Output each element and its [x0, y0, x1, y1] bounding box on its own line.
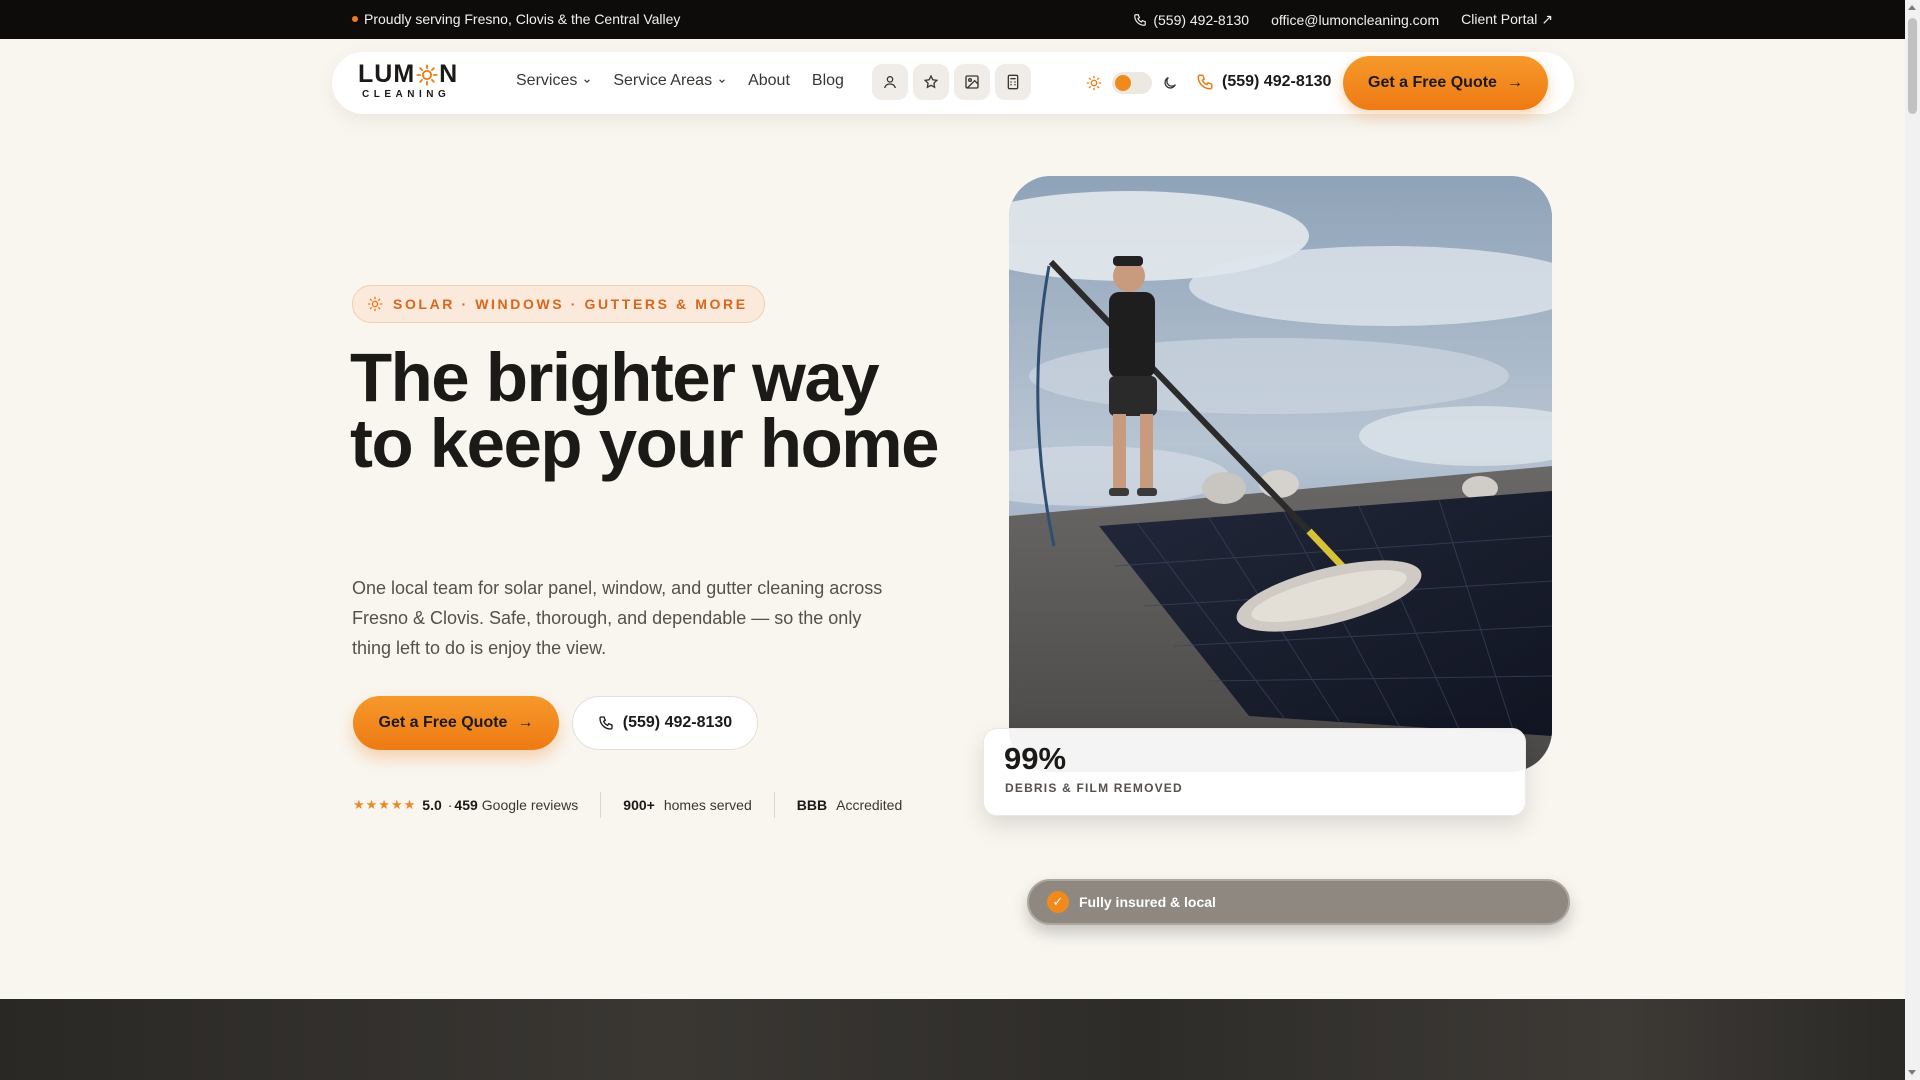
topbar-phone-text: (559) 492-8130 — [1153, 11, 1250, 28]
check-icon: ✓ — [1047, 891, 1069, 913]
headline-line-2: to keep your home — [350, 405, 939, 482]
main-nav: LUM N CLEANING Services Service Areas Ab… — [332, 52, 1574, 114]
account-button[interactable] — [872, 64, 908, 100]
favorites-button[interactable] — [913, 64, 949, 100]
hero-photo-solar-cleaning — [1009, 176, 1552, 772]
top-bar: Proudly serving Fresno, Clovis & the Cen… — [0, 0, 1905, 39]
star-icon — [923, 74, 939, 89]
stat-value: 99% — [1004, 741, 1067, 776]
reviews-separator: · — [447, 797, 453, 813]
badge-text: SOLAR · WINDOWS · GUTTERS & MORE — [393, 296, 748, 312]
logo-text-left: LUM — [358, 60, 416, 88]
logo-subtitle: CLEANING — [362, 89, 451, 100]
image-icon — [965, 75, 979, 89]
user-icon — [884, 76, 896, 89]
hero-headline: The brighter way to keep your home — [350, 339, 970, 482]
topbar-phone-link[interactable]: (559) 492-8130 — [1133, 12, 1249, 28]
insured-label: Fully insured & local — [1079, 894, 1216, 910]
theme-toggle[interactable] — [1112, 72, 1152, 94]
chevron-down-icon — [584, 79, 591, 84]
hero-phone-label: (559) 492-8130 — [622, 714, 733, 731]
nav-blog[interactable]: Blog — [812, 72, 844, 90]
next-section-band — [0, 999, 1905, 1080]
stat-label: DEBRIS & FILM REMOVED — [1005, 781, 1183, 795]
scrollbar-thumb[interactable] — [1908, 18, 1917, 114]
gallery-button[interactable] — [954, 64, 990, 100]
service-area-notice: Proudly serving Fresno, Clovis & the Cen… — [352, 11, 680, 27]
chevron-down-icon — [719, 79, 725, 84]
moon-icon — [1164, 77, 1176, 89]
bbb-accredited: Accredited — [836, 797, 903, 813]
trust-stats: ★★★★★ 5.0 · 459 Google reviews 900+ home… — [353, 792, 924, 818]
services-badge: SOLAR · WINDOWS · GUTTERS & MORE — [352, 285, 765, 323]
calculator-icon — [1007, 74, 1019, 90]
nav-quote-button[interactable]: Get a Free Quote → — [1343, 56, 1548, 110]
headline-line-1: The brighter way — [350, 339, 880, 416]
sun-icon — [1086, 75, 1102, 91]
nav-service-areas[interactable]: Service Areas — [613, 72, 726, 90]
calculator-button[interactable] — [995, 64, 1031, 100]
phone-icon — [1134, 13, 1147, 26]
arrow-right-icon: → — [517, 714, 534, 731]
reviews-count: 459 — [454, 797, 478, 813]
nav-about[interactable]: About — [748, 72, 790, 90]
hero-phone-button[interactable]: (559) 492-8130 — [572, 696, 758, 750]
hero-quote-button[interactable]: Get a Free Quote → — [353, 696, 559, 750]
toggle-knob — [1115, 75, 1131, 91]
arrow-right-icon: → — [1506, 74, 1523, 91]
hero-lead: One local team for solar panel, window, … — [352, 578, 883, 658]
star-rating-icon: ★★★★★ — [353, 797, 417, 812]
page-scrollbar[interactable] — [1905, 0, 1920, 1080]
topbar-email-link[interactable]: office@lumoncleaning.com — [1271, 12, 1439, 28]
nav-services-label: Services — [516, 72, 578, 89]
stat-card: 99% DEBRIS & FILM REMOVED — [983, 728, 1526, 816]
service-area-text: Proudly serving Fresno, Clovis & the Cen… — [364, 11, 681, 27]
nav-phone-text: (559) 492-8130 — [1222, 73, 1332, 90]
nav-quote-label: Get a Free Quote — [1368, 74, 1497, 91]
bbb-stat: BBB Accredited — [773, 792, 925, 818]
client-portal-link[interactable]: Client Portal ↗ — [1461, 11, 1553, 28]
scroll-up-arrow-icon[interactable] — [1908, 5, 1916, 10]
sun-icon — [367, 296, 383, 312]
homes-count: 900+ — [623, 797, 655, 813]
hero-quote-label: Get a Free Quote — [378, 714, 508, 731]
nav-phone-link[interactable]: (559) 492-8130 — [1196, 73, 1331, 91]
reviews-label: Google reviews — [481, 797, 579, 813]
phone-icon — [599, 716, 613, 730]
status-dot-icon — [352, 16, 358, 22]
sun-logo-icon — [416, 63, 438, 86]
nav-services[interactable]: Services — [516, 72, 591, 90]
rating-stat: ★★★★★ 5.0 · 459 Google reviews — [353, 797, 600, 813]
homes-label: homes served — [663, 797, 752, 813]
insured-badge: ✓ Fully insured & local — [1027, 879, 1570, 925]
solar-cleaner-illustration — [1009, 176, 1552, 772]
bbb-label: BBB — [796, 797, 828, 813]
homes-stat: 900+ homes served — [600, 792, 773, 818]
phone-icon — [1197, 74, 1213, 90]
logo-text-right: N — [439, 60, 459, 88]
scroll-down-arrow-icon[interactable] — [1908, 1070, 1916, 1075]
logo[interactable]: LUM N CLEANING — [358, 60, 468, 101]
nav-service-areas-label: Service Areas — [613, 72, 713, 89]
rating-value: 5.0 — [422, 797, 442, 813]
theme-switcher — [1086, 72, 1178, 94]
